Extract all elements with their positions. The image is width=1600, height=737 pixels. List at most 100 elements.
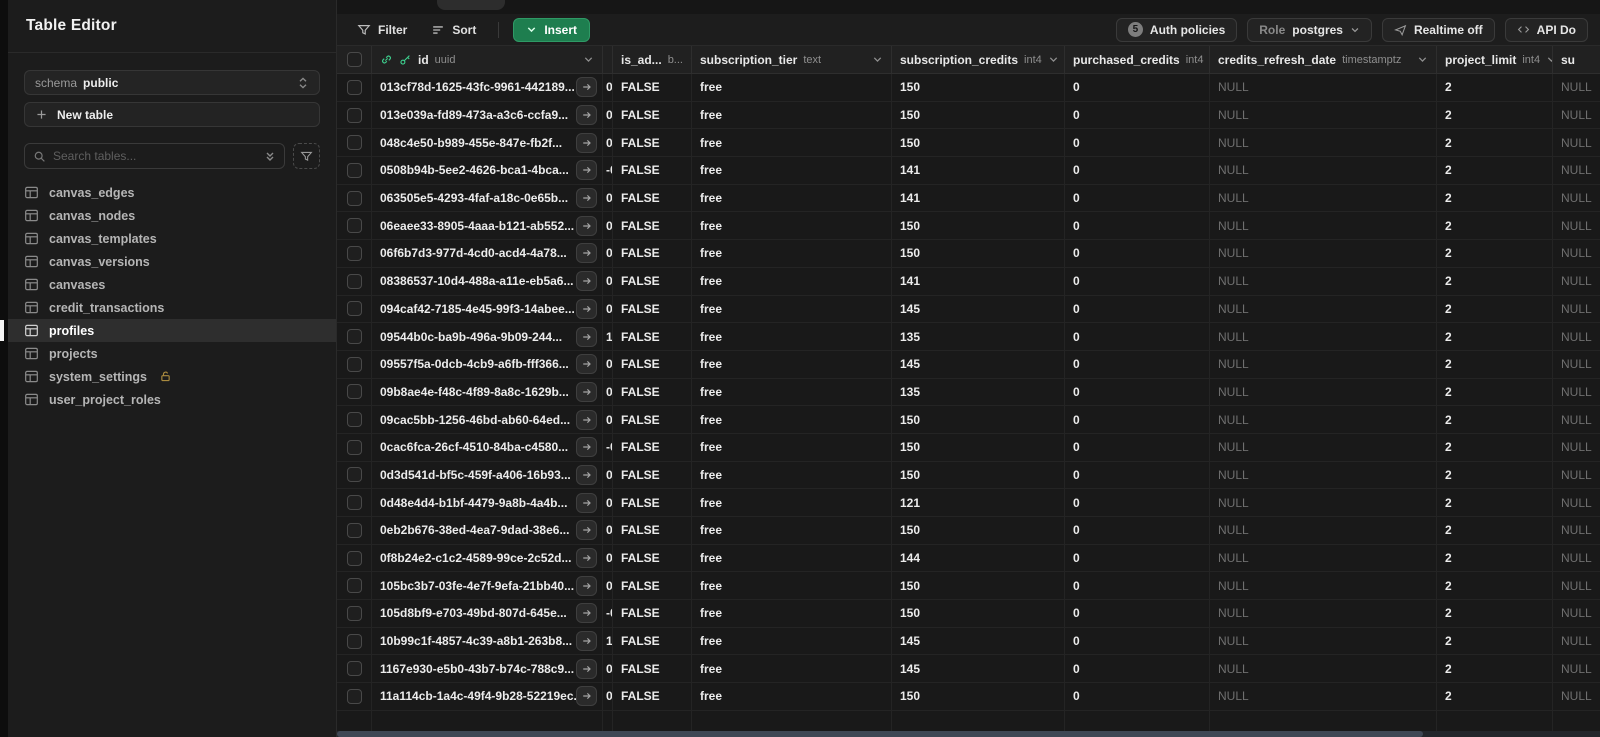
row-checkbox[interactable] (346, 495, 362, 511)
cell-purchased-credits[interactable]: 0 (1065, 267, 1210, 295)
expand-row-button[interactable] (576, 492, 597, 513)
cell-subscription-tier[interactable]: free (692, 129, 892, 157)
expand-row-button[interactable] (576, 658, 597, 679)
cell-subscription-credits[interactable]: 144 (892, 544, 1065, 572)
row-checkbox[interactable] (346, 245, 362, 261)
row-checkbox[interactable] (346, 578, 362, 594)
cell-clipped[interactable]: 0C (603, 378, 613, 406)
cell-subscription-tier[interactable]: free (692, 655, 892, 683)
cell-subscription-credits[interactable]: 145 (892, 350, 1065, 378)
cell-purchased-credits[interactable]: 0 (1065, 184, 1210, 212)
cell-clipped[interactable]: 0 (603, 212, 613, 240)
cell-credits-refresh-date[interactable]: NULL (1210, 157, 1437, 184)
cell-subscription-tier[interactable]: free (692, 157, 892, 184)
cell-su-clipped[interactable]: NULL (1553, 517, 1600, 544)
realtime-toggle-button[interactable]: Realtime off (1381, 17, 1495, 42)
expand-row-button[interactable] (576, 548, 597, 569)
role-select-button[interactable]: Role postgres (1247, 17, 1372, 42)
cell-is-admin[interactable]: FALSE (613, 627, 692, 655)
cell-purchased-credits[interactable]: 0 (1065, 406, 1210, 433)
column-header-purchased-credits[interactable]: purchased_credits int4 (1065, 46, 1210, 73)
sidebar-table-item[interactable]: canvas_nodes (8, 204, 336, 227)
cell-su-clipped[interactable]: NULL (1553, 628, 1600, 655)
row-checkbox[interactable] (346, 412, 362, 428)
cell-clipped[interactable]: 0C (603, 489, 613, 516)
row-checkbox[interactable] (346, 135, 362, 151)
cell-project-limit[interactable]: 2 (1437, 600, 1553, 627)
cell-project-limit[interactable]: 2 (1437, 74, 1553, 101)
cell-subscription-credits[interactable]: 145 (892, 627, 1065, 655)
cell-id[interactable]: 11a114cb-1a4c-49f4-9b28-52219ec... (372, 683, 603, 710)
cell-id[interactable]: 063505e5-4293-4faf-a18c-0e65b... (372, 184, 603, 212)
cell-clipped[interactable]: 0C (603, 240, 613, 267)
row-select-cell[interactable] (337, 101, 372, 129)
row-select-cell[interactable] (337, 683, 372, 710)
cell-project-limit[interactable]: 2 (1437, 461, 1553, 489)
expand-row-button[interactable] (576, 132, 597, 153)
cell-purchased-credits[interactable]: 0 (1065, 433, 1210, 461)
cell-clipped[interactable]: 1 (603, 627, 613, 655)
cell-is-admin[interactable]: FALSE (613, 600, 692, 627)
cell-credits-refresh-date[interactable]: NULL (1210, 655, 1437, 683)
cell-subscription-tier[interactable]: free (692, 323, 892, 350)
cell-credits-refresh-date[interactable]: NULL (1210, 101, 1437, 129)
row-checkbox[interactable] (346, 661, 362, 677)
row-select-cell[interactable] (337, 212, 372, 240)
cell-clipped[interactable]: 0C (603, 129, 613, 157)
cell-clipped[interactable]: -0 (603, 433, 613, 461)
cell-id[interactable]: 0d48e4d4-b1bf-4479-9a8b-4a4b... (372, 489, 603, 516)
cell-subscription-credits[interactable]: 150 (892, 517, 1065, 544)
expand-row-button[interactable] (576, 409, 597, 430)
cell-subscription-tier[interactable]: free (692, 378, 892, 406)
cell-subscription-credits[interactable]: 150 (892, 129, 1065, 157)
row-checkbox[interactable] (346, 605, 362, 621)
cell-subscription-tier[interactable]: free (692, 544, 892, 572)
cell-project-limit[interactable]: 2 (1437, 683, 1553, 710)
cell-id[interactable]: 0f8b24e2-c1c2-4589-99ce-2c52d... (372, 544, 603, 572)
sidebar-table-item[interactable]: canvases (8, 273, 336, 296)
expand-row-button[interactable] (576, 243, 597, 264)
cell-credits-refresh-date[interactable]: NULL (1210, 295, 1437, 323)
row-select-cell[interactable] (337, 323, 372, 350)
row-select-cell[interactable] (337, 572, 372, 600)
cell-subscription-credits[interactable]: 150 (892, 433, 1065, 461)
cell-id[interactable]: 105d8bf9-e703-49bd-807d-645e... (372, 600, 603, 627)
expand-row-button[interactable] (576, 464, 597, 485)
cell-subscription-tier[interactable]: free (692, 461, 892, 489)
sort-button[interactable]: Sort (423, 18, 484, 42)
cell-project-limit[interactable]: 2 (1437, 295, 1553, 323)
cell-subscription-credits[interactable]: 141 (892, 184, 1065, 212)
cell-clipped[interactable]: -0 (603, 600, 613, 627)
cell-purchased-credits[interactable]: 0 (1065, 295, 1210, 323)
row-checkbox[interactable] (346, 218, 362, 234)
column-header-is-admin[interactable]: is_ad... b... (613, 46, 692, 73)
row-select-cell[interactable] (337, 295, 372, 323)
cell-subscription-credits[interactable]: 141 (892, 267, 1065, 295)
cell-id[interactable]: 06f6b7d3-977d-4cd0-acd4-4a78... (372, 240, 603, 267)
cell-credits-refresh-date[interactable]: NULL (1210, 627, 1437, 655)
expand-row-button[interactable] (576, 105, 597, 126)
cell-is-admin[interactable]: FALSE (613, 129, 692, 157)
expand-row-button[interactable] (576, 298, 597, 319)
cell-su-clipped[interactable]: NULL (1553, 212, 1600, 239)
api-docs-button[interactable]: API Do (1504, 17, 1588, 42)
cell-id[interactable]: 09cac5bb-1256-46bd-ab60-64ed... (372, 406, 603, 433)
row-select-cell[interactable] (337, 378, 372, 406)
cell-subscription-tier[interactable]: free (692, 683, 892, 710)
cell-credits-refresh-date[interactable]: NULL (1210, 489, 1437, 516)
cell-subscription-tier[interactable]: free (692, 572, 892, 600)
cell-is-admin[interactable]: FALSE (613, 74, 692, 101)
cell-project-limit[interactable]: 2 (1437, 240, 1553, 267)
schema-select[interactable]: schema public (24, 70, 320, 95)
cell-credits-refresh-date[interactable]: NULL (1210, 378, 1437, 406)
expand-row-button[interactable] (576, 326, 597, 347)
cell-subscription-credits[interactable]: 135 (892, 323, 1065, 350)
cell-is-admin[interactable]: FALSE (613, 544, 692, 572)
cell-project-limit[interactable]: 2 (1437, 627, 1553, 655)
cell-subscription-credits[interactable]: 145 (892, 295, 1065, 323)
cell-clipped[interactable]: 0 (603, 572, 613, 600)
cell-is-admin[interactable]: FALSE (613, 572, 692, 600)
cell-credits-refresh-date[interactable]: NULL (1210, 433, 1437, 461)
cell-subscription-credits[interactable]: 150 (892, 406, 1065, 433)
cell-clipped[interactable]: 0 (603, 74, 613, 101)
